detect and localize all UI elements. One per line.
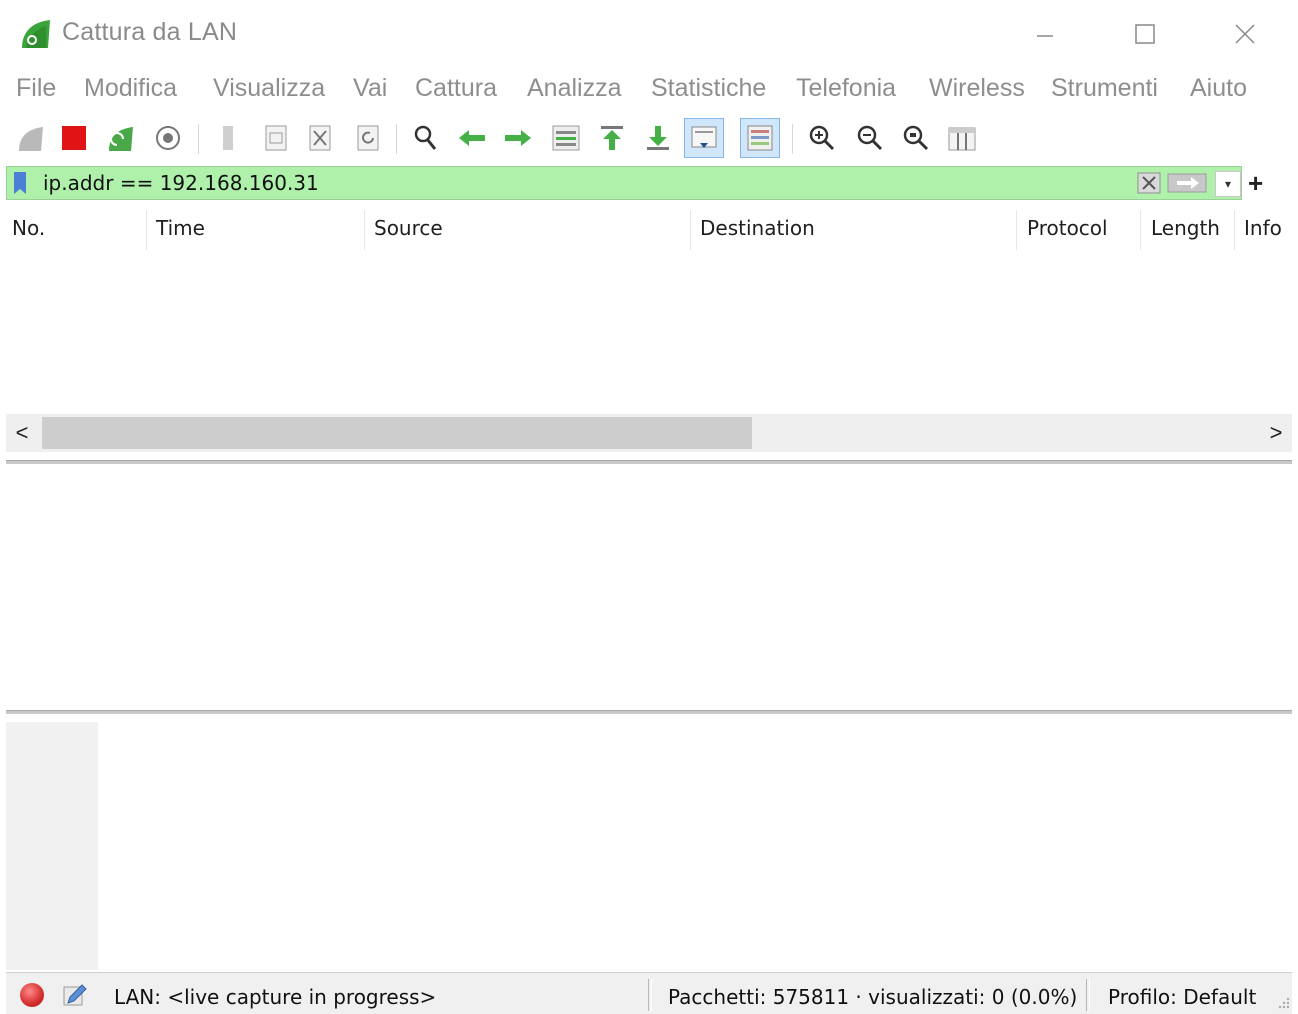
start-capture-icon[interactable] bbox=[10, 118, 50, 158]
minimize-icon bbox=[1037, 35, 1053, 37]
profile-label[interactable]: Profilo: Default bbox=[1108, 985, 1256, 1009]
scroll-left-icon[interactable]: < bbox=[6, 414, 38, 452]
normal-size-icon[interactable] bbox=[896, 118, 936, 158]
display-filter-bar[interactable]: ip.addr == 192.168.160.31 ▾ bbox=[6, 166, 1242, 200]
menu-bar: File Modifica Visualizza Vai Cattura Ana… bbox=[0, 66, 1298, 110]
packet-bytes-pane[interactable] bbox=[6, 722, 1292, 970]
main-toolbar bbox=[0, 110, 1298, 164]
column-header-info[interactable]: Info bbox=[1244, 216, 1282, 240]
menu-aiuto[interactable]: Aiuto bbox=[1190, 74, 1247, 103]
menu-statistiche[interactable]: Statistiche bbox=[651, 74, 766, 103]
scroll-right-icon[interactable]: > bbox=[1260, 414, 1292, 452]
restart-capture-icon[interactable] bbox=[100, 118, 140, 158]
menu-modifica[interactable]: Modifica bbox=[84, 74, 177, 103]
column-header-length[interactable]: Length bbox=[1151, 216, 1220, 240]
chevron-down-icon: ▾ bbox=[1224, 177, 1232, 191]
column-header-protocol[interactable]: Protocol bbox=[1027, 216, 1108, 240]
zoom-in-icon[interactable] bbox=[802, 118, 842, 158]
packet-list-header: No. Time Source Destination Protocol Len… bbox=[6, 204, 1292, 254]
open-file-icon[interactable] bbox=[208, 118, 248, 158]
capture-comment-icon[interactable] bbox=[60, 981, 88, 1009]
window-title: Cattura da LAN bbox=[62, 18, 238, 46]
close-icon bbox=[1235, 24, 1255, 44]
menu-file[interactable]: File bbox=[16, 74, 56, 103]
column-header-time[interactable]: Time bbox=[156, 216, 205, 240]
resize-columns-icon[interactable] bbox=[942, 118, 982, 158]
packet-list-scrollbar[interactable]: < > bbox=[6, 414, 1292, 452]
minimize-button[interactable] bbox=[1022, 14, 1068, 54]
resize-grip-icon[interactable] bbox=[1276, 995, 1290, 1009]
zoom-out-icon[interactable] bbox=[850, 118, 890, 158]
menu-telefonia[interactable]: Telefonia bbox=[796, 74, 896, 103]
close-file-icon[interactable] bbox=[300, 118, 340, 158]
colorize-icon[interactable] bbox=[740, 118, 780, 158]
column-header-no[interactable]: No. bbox=[12, 216, 45, 240]
filter-history-dropdown[interactable]: ▾ bbox=[1215, 171, 1241, 197]
add-filter-button[interactable]: + bbox=[1248, 168, 1263, 199]
maximize-icon bbox=[1135, 24, 1155, 44]
pane-splitter-top[interactable] bbox=[6, 460, 1292, 464]
menu-analizza[interactable]: Analizza bbox=[527, 74, 622, 103]
capture-status-label: LAN: <live capture in progress> bbox=[114, 985, 437, 1009]
bookmark-icon[interactable] bbox=[13, 171, 27, 195]
capture-options-icon[interactable] bbox=[148, 118, 188, 158]
menu-wireless[interactable]: Wireless bbox=[929, 74, 1025, 103]
go-last-packet-icon[interactable] bbox=[638, 118, 678, 158]
menu-visualizza[interactable]: Visualizza bbox=[213, 74, 325, 103]
menu-vai[interactable]: Vai bbox=[353, 74, 387, 103]
save-file-icon[interactable] bbox=[256, 118, 296, 158]
go-back-icon[interactable] bbox=[452, 118, 492, 158]
scrollbar-thumb[interactable] bbox=[42, 417, 752, 449]
stop-capture-icon[interactable] bbox=[54, 118, 94, 158]
menu-cattura[interactable]: Cattura bbox=[415, 74, 497, 103]
reload-file-icon[interactable] bbox=[348, 118, 388, 158]
apply-filter-icon[interactable] bbox=[1167, 173, 1207, 193]
title-bar: Cattura da LAN bbox=[0, 0, 1298, 66]
column-header-source[interactable]: Source bbox=[374, 216, 443, 240]
pane-splitter-bottom[interactable] bbox=[6, 710, 1292, 714]
capture-status-icon[interactable] bbox=[20, 983, 44, 1007]
display-filter-input[interactable]: ip.addr == 192.168.160.31 bbox=[43, 171, 319, 195]
close-button[interactable] bbox=[1222, 14, 1268, 54]
auto-scroll-icon[interactable] bbox=[684, 118, 724, 158]
packet-list-body[interactable] bbox=[6, 254, 1292, 414]
go-first-packet-icon[interactable] bbox=[592, 118, 632, 158]
status-bar: LAN: <live capture in progress> Pacchett… bbox=[6, 972, 1292, 1014]
go-to-packet-icon[interactable] bbox=[546, 118, 586, 158]
clear-filter-icon[interactable] bbox=[1137, 172, 1161, 194]
column-header-destination[interactable]: Destination bbox=[700, 216, 815, 240]
packets-count-label: Pacchetti: 575811 · visualizzati: 0 (0.0… bbox=[668, 985, 1078, 1009]
wireshark-app-icon bbox=[22, 20, 50, 48]
find-packet-icon[interactable] bbox=[406, 118, 446, 158]
go-forward-icon[interactable] bbox=[498, 118, 538, 158]
bytes-offset-gutter bbox=[6, 722, 98, 970]
maximize-button[interactable] bbox=[1122, 14, 1168, 54]
menu-strumenti[interactable]: Strumenti bbox=[1051, 74, 1158, 103]
packet-details-pane[interactable] bbox=[6, 466, 1292, 708]
